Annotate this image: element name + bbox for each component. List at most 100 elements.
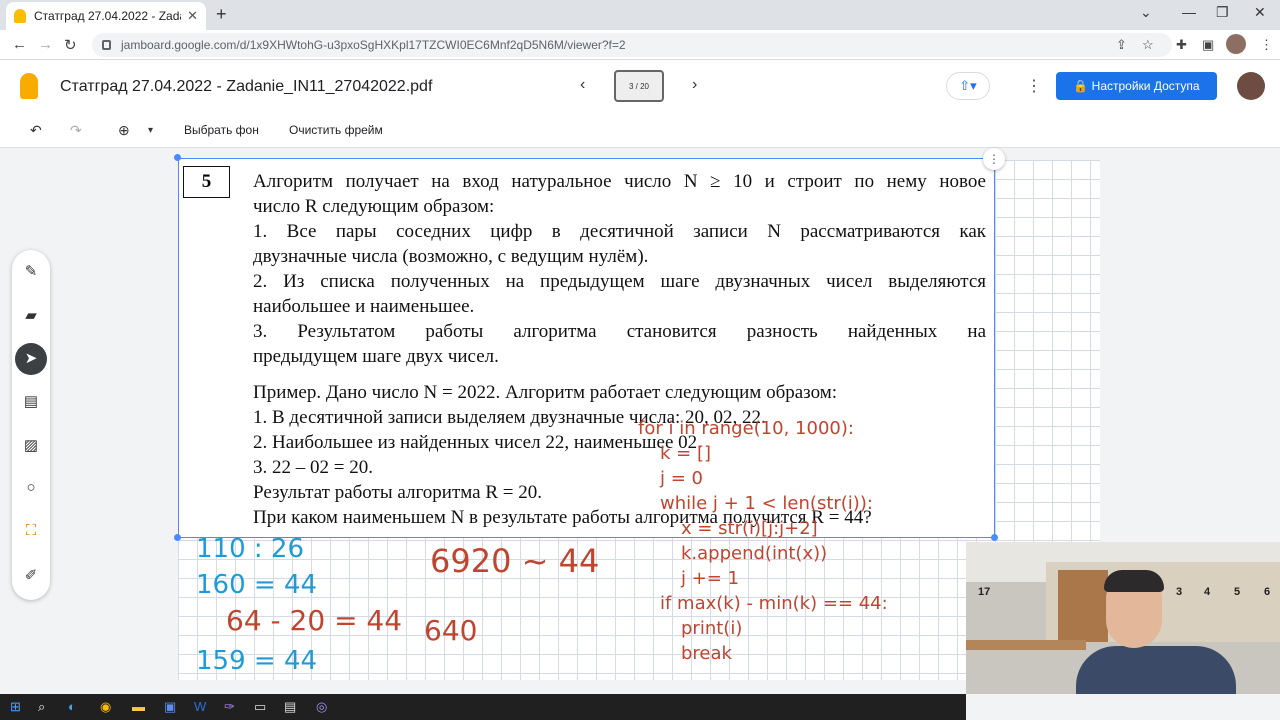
forward-icon[interactable]: → [38,36,53,53]
lock-icon [102,40,111,50]
code-line: break [681,643,732,664]
set-background-button[interactable]: Выбрать фон [184,123,259,137]
edge-icon[interactable]: ◐ [68,699,76,714]
code-line: print(i) [681,618,743,639]
image-icon[interactable]: ▨ [12,436,50,454]
handwritten-note: 159 = 44 [196,646,318,676]
url-field[interactable]: jamboard.google.com/d/1x9XHWtohG-u3pxoSg… [92,33,1172,57]
share-label: Настройки Доступа [1091,79,1200,93]
handwritten-note: 160 = 44 [196,570,318,600]
object-menu-icon[interactable]: ⋮ [983,148,1005,170]
windows-start-icon[interactable]: ⊞ [10,699,21,715]
tab-title: Статград 27.04.2022 - Zadanie_IN1 [34,9,181,23]
wall-number: 17 [978,586,991,598]
explorer-icon[interactable]: ▬ [132,699,145,714]
back-icon[interactable]: ← [12,36,27,53]
problem-line: 3. Результатом работы алгоритма становит… [253,321,986,342]
chevron-down-icon[interactable]: ⌄ [1140,4,1152,21]
wall-number: 4 [1204,586,1211,598]
next-frame-icon[interactable]: › [692,76,697,94]
new-tab-icon[interactable]: + [216,4,227,25]
browser-tab-bar: Статград 27.04.2022 - Zadanie_IN1 ✕ + ⌄ … [0,0,1280,30]
resize-handle[interactable] [174,154,181,161]
problem-line: двузначные числа (возможно, с ведущим ну… [253,246,649,267]
frame-indicator[interactable]: 3 / 20 [614,70,664,102]
eraser-icon[interactable]: ▰ [12,306,50,324]
reload-icon[interactable]: ↻ [64,36,77,54]
app-icon[interactable]: ▤ [284,699,296,715]
example-line: 2. Наибольшее из найденных чисел 22, наи… [253,432,702,453]
circle-icon[interactable]: ○ [12,479,50,496]
code-line: k.append(int(x)) [681,543,828,564]
present-button[interactable]: ⇧▾ [946,72,990,100]
example-line: 3. 22 – 02 = 20. [253,457,373,478]
document-title[interactable]: Статград 27.04.2022 - Zadanie_IN11_27042… [60,78,432,96]
obs-icon[interactable]: ◎ [316,699,327,715]
wall-number: 5 [1234,586,1241,598]
handwritten-note: 640 [424,614,478,647]
code-line: if max(k) - min(k) == 44: [660,593,888,614]
user-avatar[interactable] [1237,72,1265,100]
browser-menu-icon[interactable]: ⋮ [1260,37,1273,53]
profile-avatar[interactable] [1226,34,1246,54]
code-line: for i in range(10, 1000): [638,418,854,439]
address-bar-row: ← → ↻ jamboard.google.com/d/1x9XHWtohG-u… [0,30,1280,60]
example-line: Результат работы алгоритма R = 20. [253,482,542,503]
close-window-icon[interactable]: ✕ [1254,4,1266,21]
share-page-icon[interactable]: ⇪ [1116,37,1127,53]
code-line: j += 1 [681,568,740,589]
jamboard-logo-icon[interactable] [20,73,38,99]
handwritten-note: 110 : 26 [196,534,304,564]
text-box-icon[interactable]: ⛶ [12,522,50,539]
zoom-dropdown-icon[interactable]: ▾ [148,125,153,136]
maximize-icon[interactable]: ❐ [1216,4,1229,21]
code-line: j = 0 [660,468,703,489]
pen-icon[interactable]: ✎ [12,262,50,280]
search-icon[interactable]: ⌕ [38,699,45,715]
laser-icon[interactable]: ✐ [12,566,50,584]
browser-tab[interactable]: Статград 27.04.2022 - Zadanie_IN1 ✕ [6,2,206,30]
problem-line: 2. Из списка полученных на предыдущем ша… [253,271,986,292]
code-line: x = str(i)[j:j+2] [681,518,818,539]
example-line: Пример. Дано число N = 2022. Алгоритм ра… [253,382,838,403]
tool-palette: ✎ ▰ ➤ ▤ ▨ ○ ⛶ ✐ [12,250,50,600]
more-options-icon[interactable]: ⋮ [1026,76,1042,96]
wall-number: 3 [1176,586,1183,598]
minimize-icon[interactable]: — [1182,4,1196,20]
problem-line: 1. Все пары соседних цифр в десятичной з… [253,221,986,242]
extensions-icon[interactable]: ✚ [1176,37,1187,53]
word-icon[interactable]: W [194,699,206,714]
chrome-icon[interactable]: ◉ [100,699,111,715]
pen-app-icon[interactable]: ✑ [224,699,235,715]
handwritten-note: 64 - 20 = 44 [226,604,403,637]
resize-handle[interactable] [174,534,181,541]
previous-frame-icon[interactable]: ‹ [580,76,585,94]
problem-line: наибольшее и наименьшее. [253,296,475,317]
clear-frame-button[interactable]: Очистить фрейм [289,123,383,137]
side-panel-icon[interactable]: ▣ [1202,37,1214,53]
code-line: while j + 1 < len(str(i)): [660,493,873,514]
frame-indicator-text: 3 / 20 [628,81,649,91]
select-icon[interactable]: ➤ [15,343,47,375]
problem-line: число R следующим образом: [253,196,495,217]
app-icon[interactable]: ▭ [254,699,266,715]
share-settings-button[interactable]: 🔒 Настройки Доступа [1056,72,1217,100]
redo-icon[interactable]: ↷ [70,122,82,139]
taskbar: ⊞ ⌕ ◐ ◉ ▬ ▣ W ✑ ▭ ▤ ◎ [0,694,966,720]
jamboard-favicon-icon [14,9,26,23]
code-line: k = [] [660,443,711,464]
close-tab-icon[interactable]: ✕ [187,8,198,24]
bookmark-star-icon[interactable]: ☆ [1142,37,1154,53]
resize-handle[interactable] [991,534,998,541]
app-icon[interactable]: ▣ [164,699,176,715]
jamboard-header: Статград 27.04.2022 - Zadanie_IN11_27042… [0,60,1280,112]
webcam-video: 17 3 4 5 6 [966,542,1280,694]
problem-line: Алгоритм получает на вход натуральное чи… [253,171,986,192]
url-text: jamboard.google.com/d/1x9XHWtohG-u3pxoSg… [121,38,626,52]
problem-line: предыдущем шаге двух чисел. [253,346,499,367]
undo-icon[interactable]: ↶ [30,122,42,139]
frame-toolbar: ↶ ↷ ⊕ ▾ Выбрать фон Очистить фрейм [0,112,1280,148]
zoom-icon[interactable]: ⊕ [118,122,130,139]
wall-number: 6 [1264,586,1271,598]
sticky-note-icon[interactable]: ▤ [12,392,50,410]
